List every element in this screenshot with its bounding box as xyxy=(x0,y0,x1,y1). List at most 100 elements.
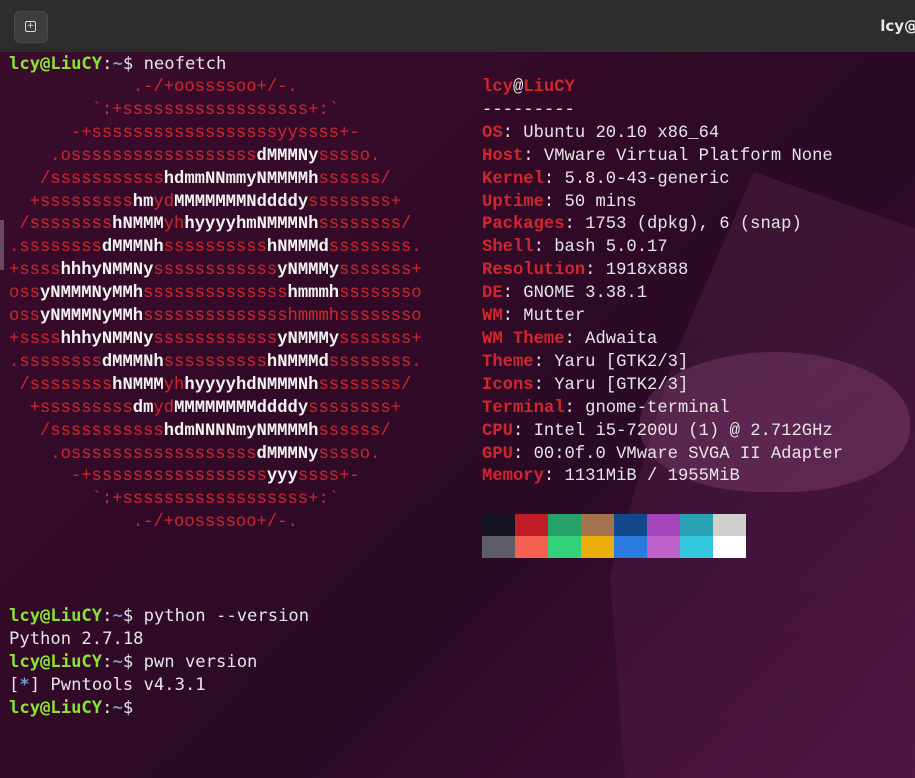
prompt-line-current[interactable]: lcy@LiuCY:~$ xyxy=(9,697,144,720)
info-value: GNOME 3.38.1 xyxy=(523,284,648,304)
info-key: Uptime xyxy=(482,192,544,212)
color-swatch xyxy=(647,536,680,558)
command-text: pwn version xyxy=(143,652,258,672)
info-key: Terminal xyxy=(482,398,565,418)
info-row: Uptime: 50 mins xyxy=(482,192,843,215)
logo-segment: .-/+oossssoo+/-. xyxy=(9,513,298,533)
logo-segment: `:+ssssssssssssssssss+:` xyxy=(9,100,340,120)
color-swatch xyxy=(581,536,614,558)
logo-segment: hdmmNNmmyNMMMMh xyxy=(163,169,319,189)
logo-segment: sssssssssssssshmmmhssssssso xyxy=(143,307,422,327)
logo-segment: oss xyxy=(9,307,40,327)
info-header: lcy@LiuCY xyxy=(482,77,843,100)
color-swatch xyxy=(548,536,581,558)
info-at: @ xyxy=(512,78,524,97)
new-tab-icon: + xyxy=(25,21,36,32)
info-key: Icons xyxy=(482,375,534,395)
command-text: neofetch xyxy=(143,54,227,74)
color-swatch xyxy=(515,514,548,536)
info-value: VMware Virtual Platform None xyxy=(543,146,833,166)
new-tab-button[interactable]: + xyxy=(14,11,48,43)
logo-segment: dMMMNy xyxy=(256,146,319,166)
terminal-area[interactable]: lcy@LiuCY:~$ neofetch .-/+oossssoo+/-. `… xyxy=(0,52,915,778)
info-sep: : xyxy=(564,398,586,418)
system-info: lcy@LiuCY --------- OS: Ubuntu 20.10 x86_6… xyxy=(482,77,843,489)
info-sep: : xyxy=(543,467,565,487)
info-row: Kernel: 5.8.0-43-generic xyxy=(482,169,843,192)
info-sep: : xyxy=(512,421,534,441)
command-text: python --version xyxy=(143,606,310,626)
logo-segment: yd xyxy=(153,398,175,418)
logo-segment: .ossssssssssssssssss xyxy=(9,444,257,464)
logo-segment: yNMMMNyMMh xyxy=(39,284,144,304)
logo-segment: sssssss+ xyxy=(339,329,422,349)
title-bar: + lcy@ xyxy=(0,0,915,53)
logo-segment: +ssss xyxy=(9,329,61,349)
logo-segment: yNMMMNyMMh xyxy=(39,307,144,327)
logo-line: ossyNMMMNyMMhsssssssssssssshmmmhssssssso xyxy=(9,306,422,329)
color-swatch xyxy=(614,514,647,536)
logo-segment: yNMMMy xyxy=(277,261,340,281)
logo-segment: ssssssss. xyxy=(328,238,422,258)
logo-segment: ssssssssss xyxy=(163,238,267,258)
info-row: Theme: Yaru [GTK2/3] xyxy=(482,352,843,375)
logo-segment: sssso. xyxy=(318,444,381,464)
info-value: 1131MiB / 1955MiB xyxy=(564,467,740,487)
info-value: Ubuntu 20.10 x86_64 xyxy=(523,123,720,143)
info-sep: : xyxy=(512,444,534,464)
logo-segment: hhhyNMMNy xyxy=(60,261,154,281)
color-palette xyxy=(482,514,746,558)
info-key: WM Theme xyxy=(482,329,565,349)
scrollbar-thumb[interactable] xyxy=(0,220,4,270)
info-host: LiuCY xyxy=(523,78,575,97)
logo-segment: -+ssssssssssssssssssyyssss+- xyxy=(9,123,360,143)
logo-segment: hm xyxy=(132,192,154,212)
logo-line: ossyNMMMNyMMhsssssssssssssshmmmhssssssso xyxy=(9,283,422,306)
info-star: * xyxy=(19,675,30,695)
prompt-line-neofetch: lcy@LiuCY:~$ neofetch xyxy=(9,54,227,74)
logo-segment: dMMMNh xyxy=(101,352,164,372)
logo-segment: .ssssssss xyxy=(9,352,102,372)
info-value: Yaru [GTK2/3] xyxy=(554,375,689,395)
info-value: 00:0f.0 VMware SVGA II Adapter xyxy=(533,444,844,464)
logo-segment: .ssssssss xyxy=(9,238,102,258)
logo-segment: hNMMM xyxy=(112,215,164,235)
logo-segment: .-/+oossssoo+/-. xyxy=(9,78,298,97)
logo-segment: ssssssssssssss xyxy=(143,284,288,304)
logo-segment: ssssssss/ xyxy=(318,215,412,235)
info-value: 50 mins xyxy=(564,192,637,212)
logo-segment: /sssssssssss xyxy=(9,169,164,189)
color-swatch xyxy=(647,514,680,536)
logo-line: /ssssssssssshdmmNNmmyNMMMMhssssss/ xyxy=(9,169,422,192)
color-swatch xyxy=(713,536,746,558)
logo-segment: ssssssssssss xyxy=(153,261,278,281)
info-value: 1918x888 xyxy=(605,261,689,281)
logo-segment: yh xyxy=(163,215,185,235)
logo-segment: .ossssssssssssssssss xyxy=(9,146,257,166)
color-swatch xyxy=(614,536,647,558)
color-swatch xyxy=(581,514,614,536)
info-key: Shell xyxy=(482,238,534,258)
info-key: Theme xyxy=(482,352,534,372)
info-sep: : xyxy=(543,169,565,189)
info-divider-text: --------- xyxy=(482,100,575,120)
color-swatch xyxy=(482,514,515,536)
info-user: lcy xyxy=(482,78,513,97)
info-key: Kernel xyxy=(482,169,544,189)
logo-segment: ssssss/ xyxy=(318,169,391,189)
logo-segment: +sssssssss xyxy=(9,192,133,212)
info-key: Memory xyxy=(482,467,544,487)
logo-line: +sssssssssdmydMMMMMMMMddddyssssssss+ xyxy=(9,398,422,421)
info-row: Packages: 1753 (dpkg), 6 (snap) xyxy=(482,214,843,237)
info-value: Mutter xyxy=(523,307,586,327)
logo-segment: dMMMNh xyxy=(101,238,164,258)
logo-segment: ssssssss. xyxy=(328,352,422,372)
logo-line: .-/+oossssoo+/-. xyxy=(9,512,422,535)
logo-segment: hyyyyhmNMMMNh xyxy=(184,215,319,235)
logo-segment: hNMMMd xyxy=(266,238,329,258)
logo-line: .ssssssssdMMMNhsssssssssshNMMMdssssssss. xyxy=(9,237,422,260)
logo-line: -+ssssssssssssssssssyyssss+- xyxy=(9,123,422,146)
info-sep: : xyxy=(533,375,555,395)
logo-line: .ossssssssssssssssssdMMMNysssso. xyxy=(9,444,422,467)
logo-segment: dm xyxy=(132,398,154,418)
